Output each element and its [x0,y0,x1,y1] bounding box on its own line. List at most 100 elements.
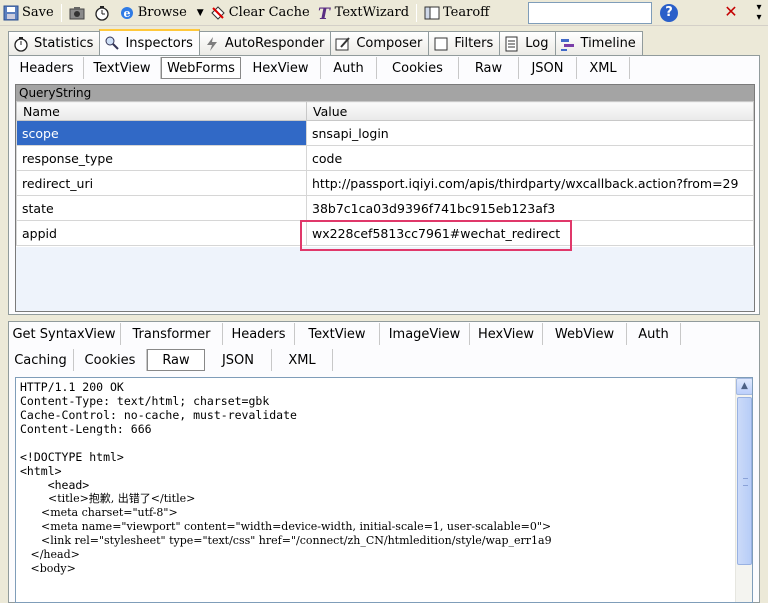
code-line: <meta charset="utf-8"> [20,506,178,519]
tab-headers[interactable]: Headers [223,323,295,345]
tearoff-label: Tearoff [443,5,490,20]
help-icon[interactable]: ? [660,4,678,22]
dropdown-arrow-icon[interactable]: ▼ [197,8,204,18]
tab-label: Log [525,36,549,51]
tab-log[interactable]: Log [499,31,556,55]
querystring-grid: QueryString Name Value scope snsapi_logi… [15,84,755,312]
table-row[interactable]: response_type code [16,145,754,171]
textwizard-icon: T [316,4,332,23]
screenshot-button[interactable] [66,2,91,24]
tab-transformer[interactable]: Transformer [121,323,223,345]
tab-hexview[interactable]: HexView [241,57,321,79]
tab-cookies[interactable]: Cookies [377,57,459,79]
tab-textview[interactable]: TextView [84,57,161,79]
quickexec-input[interactable] [528,2,652,24]
code-line: <link rel="stylesheet" type="text/css" h… [20,534,552,547]
inspectors-icon [104,35,120,51]
tab-xml[interactable]: XML [577,57,630,79]
param-value: snsapi_login [306,120,754,146]
code-line: Content-Type: text/html; charset=gbk [20,394,270,408]
param-name: response_type [16,145,307,171]
scrollbar-thumb[interactable] [737,397,752,565]
close-icon[interactable]: ✕ [722,2,740,22]
save-icon [3,5,19,21]
tab-xml[interactable]: XML [272,349,333,371]
pane-splitter[interactable] [8,314,760,322]
code-line: <title>抱歉, 出错了</title> [20,492,196,505]
svg-text:e: e [123,7,130,20]
overflow-chevron-icon[interactable]: ▾ ▾ [752,3,766,23]
column-header-value[interactable]: Value [306,101,754,121]
table-row[interactable]: state 38b7c1ca03d9396f741bc915eb123af3 [16,195,754,221]
code-line: <body> [20,562,76,575]
raw-response-textarea[interactable]: HTTP/1.1 200 OK Content-Type: text/html; … [15,377,753,603]
clear-cache-label: Clear Cache [228,5,310,20]
toolbar-separator [416,3,418,22]
checkbox-icon [433,36,449,52]
param-value: 38b7c1ca03d9396f741bc915eb123af3 [306,195,754,221]
scroll-up-arrow-icon[interactable]: ▲ [736,378,752,395]
lightning-icon [204,36,220,52]
tab-headers[interactable]: Headers [10,57,84,79]
tearoff-button[interactable]: Tearoff [421,2,492,24]
code-line: </head> [20,548,80,561]
tab-filters[interactable]: Filters [428,31,501,55]
tab-inspectors[interactable]: Inspectors [99,29,200,55]
svg-text:T: T [318,5,331,21]
stopwatch-icon [94,5,110,21]
tab-statistics[interactable]: Statistics [8,31,101,55]
param-name: state [16,195,307,221]
querystring-caption: QueryString [16,85,754,101]
tab-hexview[interactable]: HexView [470,323,543,345]
tab-json[interactable]: JSON [519,57,577,79]
code-line: <head> [20,478,90,492]
toolbar-separator [60,3,62,22]
tab-webview[interactable]: WebView [543,323,627,345]
composer-icon [335,36,351,52]
timer-button[interactable] [91,2,116,24]
tab-raw[interactable]: Raw [459,57,519,79]
textwizard-button[interactable]: T TextWizard [313,2,412,24]
tab-label: Filters [454,36,494,51]
tab-webforms[interactable]: WebForms [161,57,241,79]
tab-timeline[interactable]: Timeline [554,31,643,55]
browse-button[interactable]: e Browse ▼ [116,2,207,24]
tab-label: Statistics [34,36,94,51]
code-line: Cache-Control: no-cache, must-revalidate [20,408,297,422]
tab-textview[interactable]: TextView [295,323,380,345]
ie-icon: e [119,5,135,21]
clear-cache-button[interactable]: Clear Cache [207,2,313,24]
tab-caching[interactable]: Caching [8,349,74,371]
tab-cookies[interactable]: Cookies [74,349,147,371]
vertical-scrollbar[interactable]: ▲ [735,378,752,602]
tab-json[interactable]: JSON [205,349,272,371]
tab-composer[interactable]: Composer [330,31,430,55]
code-line: Content-Length: 666 [20,422,152,436]
tab-get-syntaxview[interactable]: Get SyntaxView [8,323,121,345]
grid-empty-area [16,247,754,311]
tab-autoresponder[interactable]: AutoResponder [198,31,332,55]
param-name: redirect_uri [16,170,307,196]
tearoff-icon [424,5,440,21]
tab-label: Timeline [580,36,636,51]
tab-label: AutoResponder [224,36,325,51]
save-button[interactable]: Save [0,2,57,24]
tab-imageview[interactable]: ImageView [380,323,470,345]
code-line: <html> [20,464,62,478]
tab-raw[interactable]: Raw [147,349,205,371]
table-row[interactable]: redirect_uri http://passport.iqiyi.com/a… [16,170,754,196]
clear-cache-icon [210,5,226,21]
param-name: scope [16,120,307,146]
toolbar: Save e Browse ▼ Clear Cache T TextWizard [0,0,768,26]
response-inspector-tabs-row2: Caching Cookies Raw JSON XML [8,349,333,371]
param-value: code [306,145,754,171]
table-row[interactable]: scope snsapi_login [16,120,754,146]
tab-auth[interactable]: Auth [321,57,377,79]
raw-response-text: HTTP/1.1 200 OK Content-Type: text/html; … [20,380,552,576]
code-line: HTTP/1.1 200 OK [20,380,124,394]
stopwatch-icon [13,36,29,52]
tab-auth[interactable]: Auth [627,323,681,345]
log-icon [504,36,520,52]
column-header-name[interactable]: Name [16,101,307,121]
